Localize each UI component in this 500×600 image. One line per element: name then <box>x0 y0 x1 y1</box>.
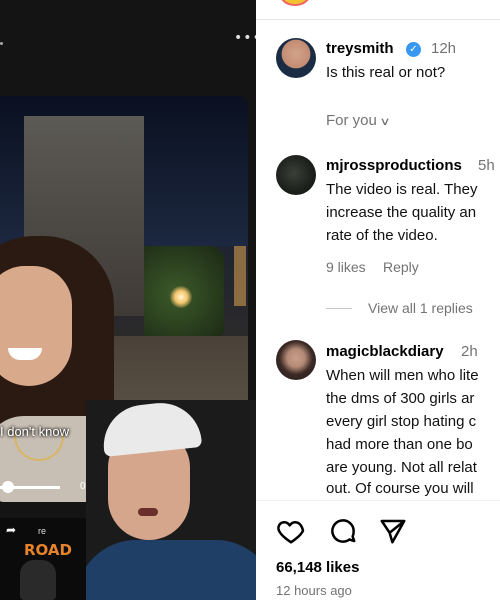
video-progress-knob[interactable] <box>2 481 14 493</box>
send-icon[interactable] <box>378 516 408 546</box>
header-strip <box>256 0 500 20</box>
more-options-icon[interactable]: ••• <box>234 30 256 46</box>
comment-likes[interactable]: 9 likes <box>326 259 366 275</box>
chevron-down-icon: ∨ <box>379 115 391 128</box>
video-lamp <box>234 246 246 306</box>
post-caption: Is this real or not? <box>326 64 446 81</box>
header-avatar[interactable] <box>278 0 312 6</box>
share-arrow-icon: ➦ <box>6 523 17 537</box>
decorative-dot <box>0 42 3 45</box>
comment-bubble-icon[interactable] <box>328 516 358 546</box>
video-streetlight <box>170 286 192 308</box>
comment-line: every girl stop hating c <box>326 413 477 430</box>
verified-badge-icon: ✓ <box>406 42 421 57</box>
comment-time: 2h <box>461 343 478 360</box>
comment-time: 5h <box>478 157 495 174</box>
post-author-time: 12h <box>431 40 457 57</box>
comment-line: When will men who lite <box>326 367 479 384</box>
webcam-person-cap <box>99 400 203 457</box>
reply-button[interactable]: Reply <box>383 259 419 275</box>
heart-icon[interactable] <box>276 516 306 546</box>
comment-line: had more than one bo <box>326 436 473 453</box>
webcam-person-mouth <box>138 508 158 516</box>
comment-username[interactable]: magicblackdiary <box>326 343 444 360</box>
post-author-username[interactable]: treysmith <box>326 40 394 57</box>
video-person-face <box>0 266 72 386</box>
sort-dropdown[interactable]: For you ∨ <box>326 112 391 129</box>
webcam-overlay <box>86 400 256 600</box>
webcam-person-shirt <box>86 540 256 600</box>
comment-line: The video is real. They <box>326 181 478 198</box>
avatar-treysmith[interactable] <box>276 38 316 78</box>
media-pane: ••• I don't know 0:06 ⤡ ◀ ➦ re ROAD <box>0 0 256 600</box>
comment-line: increase the quality an <box>326 204 477 221</box>
view-replies-button[interactable]: View all 1 replies <box>368 300 473 316</box>
comments-pane: treysmith ✓ 12h Is this real or not? For… <box>256 0 500 600</box>
webcam-share-label: re <box>38 526 47 536</box>
comment-line: are young. Not all relat <box>326 459 477 476</box>
brand-label: ROAD <box>24 541 72 559</box>
likes-count[interactable]: 66,148 likes <box>276 559 359 576</box>
comment-username[interactable]: mjrossproductions <box>326 157 462 174</box>
avatar-magicblackdiary[interactable] <box>276 340 316 380</box>
video-caption: I don't know <box>0 424 69 439</box>
microphone-icon <box>20 560 56 600</box>
post-timestamp: 12 hours ago <box>276 583 352 598</box>
comment-line: out. Of course you will <box>326 480 474 497</box>
comment-line: the dms of 300 girls ar <box>326 390 475 407</box>
avatar-mjrossproductions[interactable] <box>276 155 316 195</box>
comment-line: rate of the video. <box>326 227 438 244</box>
replies-divider <box>326 308 352 309</box>
sort-label: For you <box>326 112 377 129</box>
